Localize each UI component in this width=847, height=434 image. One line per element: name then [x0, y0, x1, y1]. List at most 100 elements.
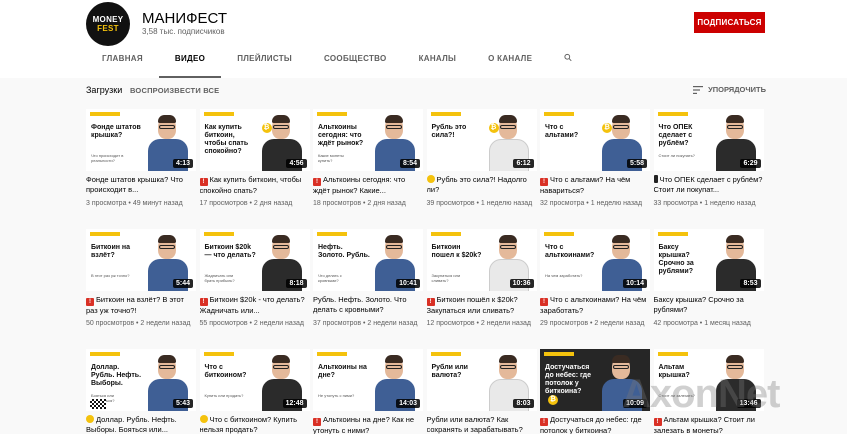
- video-title: Что с альткоинами? На чём заработать?: [540, 295, 647, 315]
- video-thumbnail[interactable]: Нефть. Золото. Рубль. Что делать с кровны…: [313, 229, 423, 291]
- video-thumbnail[interactable]: Что с альтами? ₿ 5:58: [540, 109, 650, 171]
- video-title-link[interactable]: ! Достучаться до небес: где потолок у бит…: [540, 415, 650, 434]
- video-thumbnail[interactable]: Биткоин $20k — что делать? Жадничать или …: [199, 229, 310, 291]
- thumbnail-title: Что ОПЕК сделает с рублём?: [658, 124, 693, 147]
- avatar-line2: FEST: [97, 24, 119, 33]
- thumbnail-tag: [657, 352, 688, 356]
- thumbnail-tag: [317, 232, 347, 236]
- video-thumbnail[interactable]: Рубли или валюта? 8:03: [426, 349, 537, 411]
- thumbnail-tag: [544, 352, 574, 356]
- thumbnail-tag: [430, 112, 461, 116]
- video-thumbnail[interactable]: Альткоины сегодня: что ждёт рынок? Какие …: [313, 109, 423, 171]
- thumbnail-title: Рубли или валюта?: [431, 364, 468, 379]
- video-card[interactable]: Что с биткоином? Купить или продать? 12:48…: [199, 349, 310, 434]
- upload-age: 1 неделю назад: [704, 200, 756, 207]
- search-icon: [564, 53, 572, 62]
- video-card[interactable]: Биткоин пошел к $20k? Закупаться или слив…: [426, 229, 537, 329]
- video-title-link[interactable]: ! Альткоины на дне? Как не утонуть с ними…: [313, 415, 423, 434]
- channel-tabs: ГЛАВНАЯ ВИДЕО ПЛЕЙЛИСТЫ СООБЩЕСТВО КАНАЛ…: [86, 48, 588, 78]
- video-thumbnail[interactable]: Альткоины на дне? Не утонуть с ними? 14:03: [313, 349, 423, 411]
- video-title: Биткоин на взлёт? В этот раз уж точно?!: [86, 295, 184, 315]
- video-metadata: 12 просмотров • 2 недели назад: [427, 319, 537, 329]
- video-card[interactable]: Альткоины на дне? Не утонуть с ними? 14:03…: [313, 349, 423, 434]
- video-title-link[interactable]: Рубль. Нефть. Золото. Что делать с кровн…: [313, 295, 423, 315]
- video-thumbnail[interactable]: Биткоин пошел к $20k? Закупаться или слив…: [426, 229, 537, 291]
- video-thumbnail[interactable]: Баксу крышка? Срочно за рублями? 8:53: [653, 229, 764, 291]
- video-metadata: 37 просмотров • 2 недели назад: [313, 319, 423, 329]
- thumbnail-subtitle: На чем заработать?: [545, 273, 583, 278]
- video-thumbnail[interactable]: Доллар. Рубль. Нефть. Выборы. Бояться или…: [86, 349, 196, 411]
- video-title-link[interactable]: ! Что с альткоинами? На чём заработать?: [540, 295, 650, 315]
- tab-home[interactable]: ГЛАВНАЯ: [86, 48, 159, 78]
- video-card[interactable]: Баксу крышка? Срочно за рублями? 8:53 Бакс…: [653, 229, 764, 329]
- video-duration: 8:54: [399, 159, 420, 168]
- thumbnail-subtitle: Купить или продать?: [204, 393, 244, 398]
- video-card[interactable]: Что с альтами? ₿ 5:58 ! Что с альтами? На чё…: [540, 109, 650, 209]
- video-thumbnail[interactable]: Что с альткоинами? На чем заработать? 10:1…: [540, 229, 650, 291]
- sort-button[interactable]: УПОРЯДОЧИТЬ: [693, 85, 766, 94]
- emoji-badge-icon: [199, 415, 208, 423]
- video-card[interactable]: Биткоин на взлёт? В этот раз уж точно? 5:4…: [86, 229, 196, 329]
- video-title: Рубль. Нефть. Золото. Что делать с кровн…: [313, 295, 407, 314]
- video-title-link[interactable]: ! Альтам крышка? Стоит ли залезать в моне…: [653, 415, 764, 434]
- video-card[interactable]: Что с альткоинами? На чем заработать? 10:1…: [540, 229, 650, 329]
- video-thumbnail[interactable]: Что с биткоином? Купить или продать? 12:48: [199, 349, 310, 411]
- video-thumbnail[interactable]: Что ОПЕК сделает с рублём? Стоит ли покуп…: [653, 109, 764, 171]
- video-title-link[interactable]: ! Альткоины сегодня: что ждёт рынок? Каки…: [313, 175, 423, 195]
- upload-age: 1 неделю назад: [590, 200, 643, 207]
- tab-playlists[interactable]: ПЛЕЙЛИСТЫ: [221, 48, 308, 78]
- play-all-button[interactable]: ВОСПРОИЗВЕСТИ ВСЕ: [130, 86, 219, 95]
- video-duration: 8:03: [513, 399, 534, 408]
- video-card[interactable]: Альткоины сегодня: что ждёт рынок? Какие …: [313, 109, 423, 209]
- video-thumbnail[interactable]: Как купить биткоин, чтобы спать спокойно…: [199, 109, 310, 171]
- tab-search[interactable]: [548, 48, 588, 78]
- thumbnail-title: Биткоин пошел к $20k?: [431, 244, 482, 259]
- video-metadata: 39 просмотров • 1 неделю назад: [427, 199, 537, 209]
- bitcoin-coin-icon: ₿: [488, 123, 499, 133]
- tab-channels[interactable]: КАНАЛЫ: [403, 48, 473, 78]
- video-title-link[interactable]: Фонде штатов крышка? Что происходит в...: [86, 175, 196, 195]
- tab-community[interactable]: СООБЩЕСТВО: [308, 48, 403, 78]
- video-title-link[interactable]: Рубли или валюта? Как сохранять и зараба…: [427, 415, 537, 434]
- thumbnail-tag: [317, 352, 347, 356]
- video-thumbnail[interactable]: Биткоин на взлёт? В этот раз уж точно? 5:4…: [86, 229, 196, 291]
- video-title-link[interactable]: Баксу крышка? Срочно за рублями?: [654, 295, 764, 315]
- thumbnail-tag: [430, 352, 461, 356]
- upload-age: 2 недели назад: [140, 320, 191, 327]
- video-card[interactable]: Рубль это сила?! ₿ 6:12 Рубль это сила?! На…: [426, 109, 537, 209]
- channel-avatar[interactable]: MONEY FEST: [86, 2, 130, 46]
- video-card[interactable]: Биткоин $20k — что делать? Жадничать или …: [199, 229, 310, 329]
- tab-videos[interactable]: ВИДЕО: [158, 48, 222, 78]
- thumbnail-subtitle: Стоит ли покупать?: [658, 153, 695, 158]
- video-title-link[interactable]: ! Что с альтами? На чём навариться?: [540, 175, 650, 195]
- video-title: Баксу крышка? Срочно за рублями?: [653, 295, 744, 314]
- avatar-line1: MONEY: [92, 15, 124, 24]
- video-title-link[interactable]: Рубль это сила?! Надолго ли?: [426, 175, 537, 195]
- video-card[interactable]: Рубли или валюта? 8:03 Рубли или валюта? К…: [426, 349, 537, 434]
- subscribe-button[interactable]: ПОДПИСАТЬСЯ: [694, 12, 765, 33]
- video-thumbnail[interactable]: Фонде штатов крышка? Что происходит в реа…: [86, 109, 196, 171]
- video-title-link[interactable]: ! Биткоин на взлёт? В этот раз уж точно?!: [86, 295, 196, 315]
- video-thumbnail[interactable]: Рубль это сила?! ₿ 6:12: [426, 109, 537, 171]
- upload-age: 1 месяц назад: [704, 320, 751, 327]
- thumbnail-subtitle: Жадничать или брать прибыль?: [204, 273, 235, 283]
- video-title-link[interactable]: Что ОПЕК сделает с рублём? Стоит ли поку…: [653, 175, 764, 195]
- upload-age: 2 недели назад: [253, 320, 304, 327]
- sort-label: УПОРЯДОЧИТЬ: [708, 85, 766, 94]
- video-card[interactable]: Доллар. Рубль. Нефть. Выборы. Бояться или…: [86, 349, 196, 434]
- video-card[interactable]: Фонде штатов крышка? Что происходит в реа…: [86, 109, 196, 209]
- thumbnail-title: Как купить биткоин, чтобы спать спокойно…: [204, 124, 249, 155]
- video-title-link[interactable]: Что с биткоином? Купить нельзя продать?: [199, 415, 310, 434]
- video-card[interactable]: Как купить биткоин, чтобы спать спокойно…: [199, 109, 310, 209]
- video-title-link[interactable]: ! Как купить биткоин, чтобы спокойно спат…: [199, 175, 310, 195]
- thumbnail-tag: [203, 112, 234, 116]
- video-metadata: 33 просмотра • 1 неделю назад: [654, 199, 764, 209]
- video-title-link[interactable]: ! Биткоин $20k - что делать? Жадничать ил…: [199, 295, 310, 315]
- tab-about[interactable]: О КАНАЛЕ: [472, 48, 548, 78]
- upload-age: 2 недели назад: [480, 320, 531, 327]
- video-card[interactable]: Нефть. Золото. Рубль. Что делать с кровны…: [313, 229, 423, 329]
- video-title-link[interactable]: ! Биткоин пошёл к $20k? Закупаться или сл…: [426, 295, 537, 315]
- video-title-link[interactable]: Доллар. Рубль. Нефть. Выборы. Бояться ил…: [86, 415, 196, 434]
- watermark-text: AxonNet: [622, 372, 780, 416]
- video-card[interactable]: Что ОПЕК сделает с рублём? Стоит ли покуп…: [653, 109, 764, 209]
